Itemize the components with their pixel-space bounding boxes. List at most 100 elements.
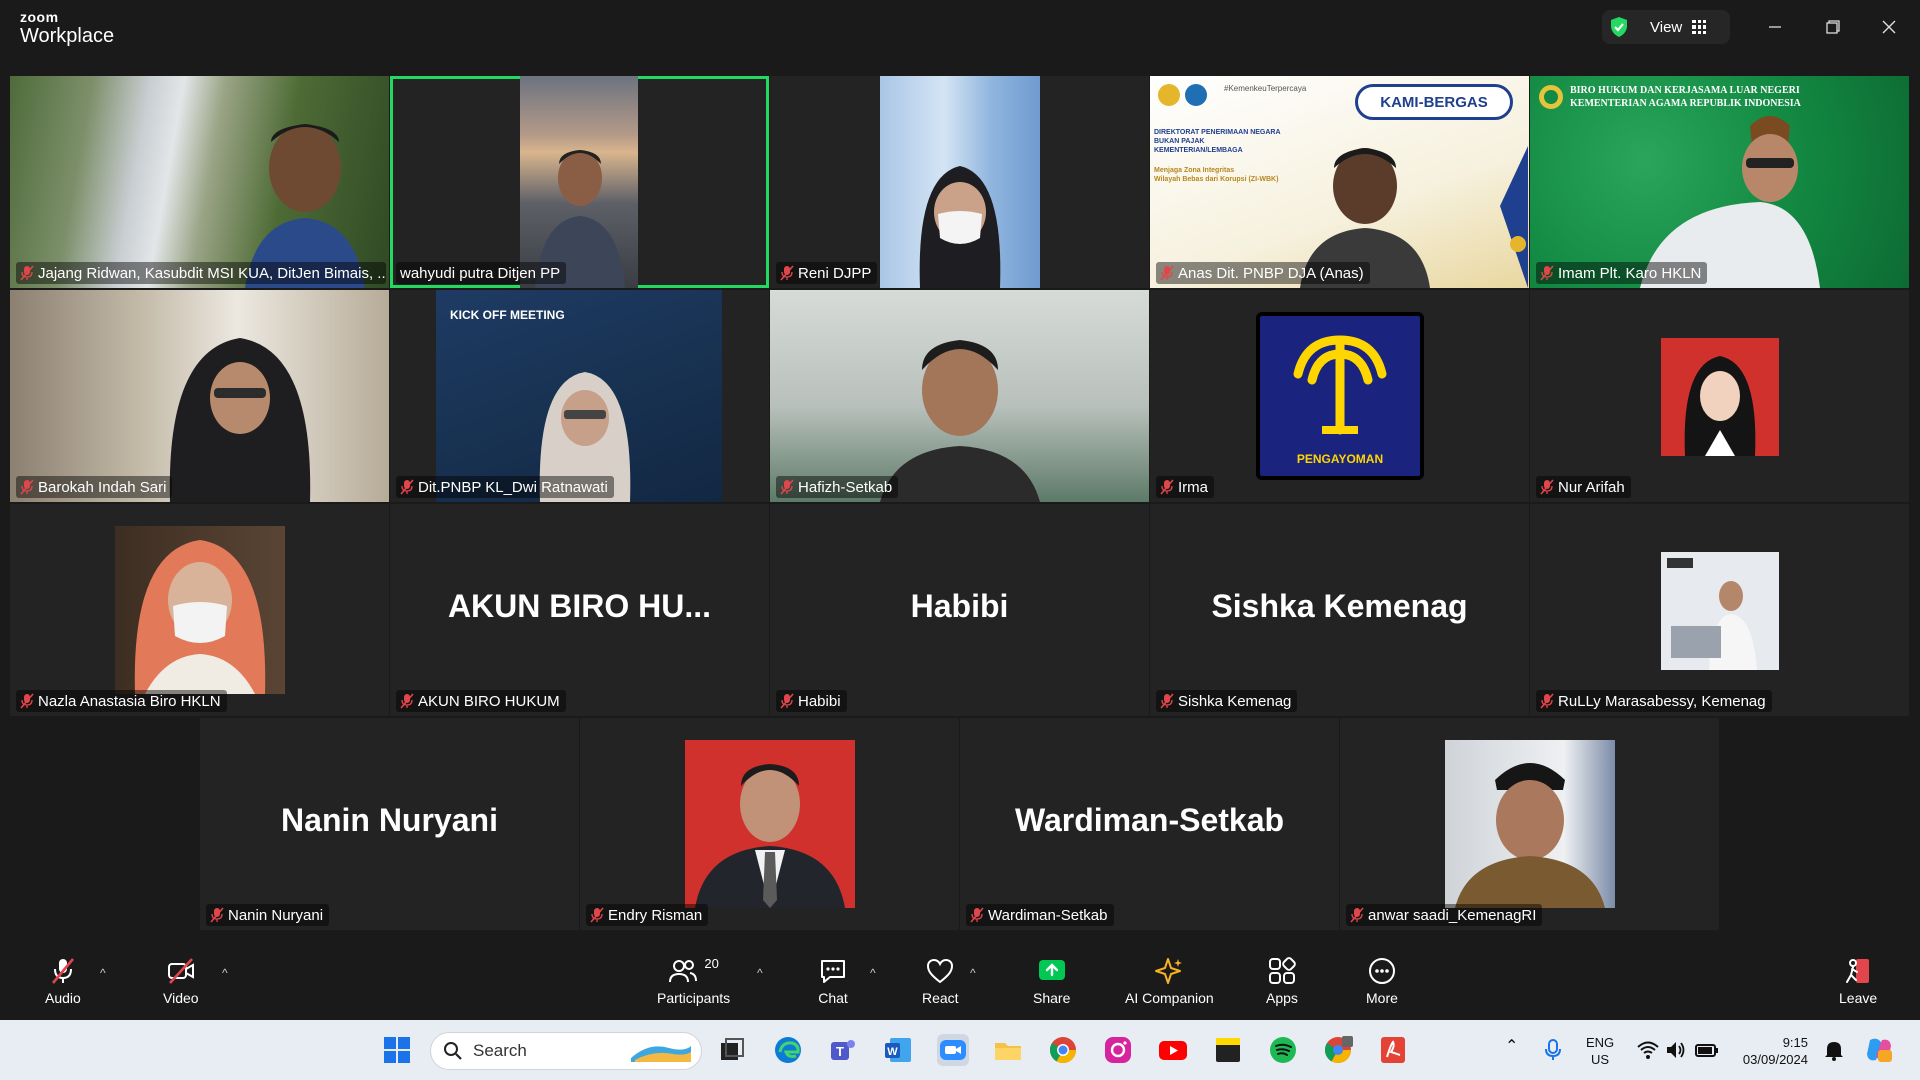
pengayoman-tree-icon [1293,335,1387,435]
person-silhouette [880,340,1040,502]
mic-muted-icon [590,907,604,923]
kami-bergas-badge: KAMI-BERGAS [1355,84,1513,120]
profile-tile[interactable]: anwar saadi_KemenagRI [1340,718,1719,930]
mic-muted-icon [1540,479,1554,495]
task-view-icon[interactable] [716,1034,748,1066]
ai-companion-button[interactable]: AI Companion [1125,956,1214,1006]
react-button[interactable]: React [922,956,959,1006]
banner-hashtag: #KemenkeuTerpercaya [1224,84,1307,93]
participant-name-label: Nur Arifah [1536,476,1631,498]
microphone-tray-icon[interactable] [1540,1037,1566,1063]
leave-button[interactable]: Leave [1839,956,1877,1006]
audio-button[interactable]: Audio [45,956,81,1006]
participants-button[interactable]: 20 Participants [657,956,730,1006]
acrobat-icon[interactable] [1377,1034,1409,1066]
mic-muted-icon [970,907,984,923]
windows-start-icon[interactable] [381,1034,413,1066]
audio-options-caret[interactable]: ^ [100,966,106,980]
sticky-notes-icon[interactable] [1212,1034,1244,1066]
video-tile[interactable]: Jajang Ridwan, Kasubdit MSI KUA, DitJen … [10,76,389,288]
name-only-tile[interactable]: Wardiman-Setkab Wardiman-Setkab [960,718,1339,930]
profile-tile[interactable]: RuLLy Marasabessy, Kemenag [1530,504,1909,716]
share-button[interactable]: Share [1033,956,1070,1006]
title-bar: zoom Workplace View [0,0,1920,56]
profile-tile[interactable]: Nur Arifah [1530,290,1909,502]
profile-picture [1445,740,1615,908]
mic-muted-icon [400,693,414,709]
apps-icon [1268,957,1296,984]
participant-name-label: Barokah Indah Sari [16,476,173,498]
video-tile[interactable]: KICK OFF MEETING Dit.PNBP KL_Dwi Ratnawa… [390,290,769,502]
profile-picture [685,740,855,908]
video-options-caret[interactable]: ^ [222,966,228,980]
grid-icon [1692,20,1707,34]
youtube-icon[interactable] [1157,1034,1189,1066]
mic-muted-icon [780,693,794,709]
participant-name-label: Jajang Ridwan, Kasubdit MSI KUA, DitJen … [16,262,386,284]
mic-muted-icon [1160,693,1174,709]
chat-button[interactable]: Chat [818,956,848,1006]
participant-name-label: Reni DJPP [776,262,878,284]
more-icon [1368,958,1395,984]
video-tile[interactable]: Hafizh-Setkab [770,290,1149,502]
pengayoman-label: PENGAYOMAN [1296,452,1384,466]
language-indicator[interactable]: ENG US [1586,1034,1614,1068]
chat-icon [821,960,845,983]
restore-icon[interactable] [1818,12,1848,42]
name-only-tile[interactable]: Nanin Nuryani Nanin Nuryani [200,718,579,930]
view-button[interactable]: View [1650,14,1707,40]
svg-text:T: T [836,1044,844,1059]
video-tile[interactable]: Reni DJPP [770,76,1149,288]
video-button[interactable]: Video [163,956,199,1006]
profile-picture [1661,338,1779,456]
name-only-tile[interactable]: AKUN BIRO HU... AKUN BIRO HUKUM [390,504,769,716]
clock[interactable]: 9:15 03/09/2024 [1738,1034,1808,1068]
edge-browser-icon[interactable] [772,1034,804,1066]
tray-overflow-chevron-icon[interactable]: ⌃ [1505,1038,1518,1055]
mic-muted-icon [1350,907,1364,923]
profile-tile[interactable]: Nazla Anastasia Biro HKLN [10,504,389,716]
video-tile[interactable]: #KemenkeuTerpercaya KAMI-BERGAS DIREKTOR… [1150,76,1529,288]
name-only-tile[interactable]: Sishka Kemenag Sishka Kemenag [1150,504,1529,716]
shield-check-icon[interactable] [1607,15,1631,39]
search-highlight-icon [631,1046,691,1062]
participants-options-caret[interactable]: ^ [757,966,763,980]
mic-muted-icon [1160,265,1174,281]
wifi-icon[interactable] [1636,1038,1660,1062]
chrome-profile-icon[interactable] [1322,1034,1354,1066]
person-silhouette [245,124,365,288]
profile-tile[interactable]: Endry Risman [580,718,959,930]
zoom-app-icon[interactable] [937,1034,969,1066]
more-button[interactable]: More [1366,956,1398,1006]
react-options-caret[interactable]: ^ [970,966,976,980]
participant-name-label: Sishka Kemenag [1156,690,1298,712]
battery-icon[interactable] [1694,1038,1720,1062]
mic-muted-icon [780,265,794,281]
participant-display-name: AKUN BIRO HU... [447,588,712,624]
taskbar-search-box[interactable]: Search [430,1032,702,1070]
integrity-text: Menjaga Zona Integritas Wilayah Bebas da… [1154,167,1279,183]
spotify-icon[interactable] [1267,1034,1299,1066]
video-tile[interactable]: Barokah Indah Sari [10,290,389,502]
copilot-icon[interactable] [1864,1036,1894,1064]
file-explorer-icon[interactable] [992,1034,1024,1066]
brand-title: Workplace [20,25,115,47]
minimize-icon[interactable] [1760,12,1790,42]
name-only-tile[interactable]: Habibi Habibi [770,504,1149,716]
notification-bell-icon[interactable] [1822,1038,1846,1062]
apps-button[interactable]: Apps [1266,956,1298,1006]
chat-options-caret[interactable]: ^ [870,966,876,980]
video-tile[interactable]: BIRO HUKUM DAN KERJASAMA LUAR NEGERI KEM… [1530,76,1909,288]
close-icon[interactable] [1874,12,1904,42]
profile-tile[interactable]: PENGAYOMAN Irma [1150,290,1529,502]
chrome-icon[interactable] [1047,1034,1079,1066]
kickoff-banner-text: KICK OFF MEETING [450,308,565,322]
video-tile-active-speaker[interactable]: wahyudi putra Ditjen PP [390,76,769,288]
instagram-icon[interactable] [1102,1034,1134,1066]
volume-icon[interactable] [1664,1038,1688,1062]
person-silhouette [169,338,311,502]
participant-name-label: Hafizh-Setkab [776,476,899,498]
teams-icon[interactable]: T [827,1034,859,1066]
participant-display-name: Wardiman-Setkab [1014,802,1285,838]
word-icon[interactable]: W [882,1034,914,1066]
